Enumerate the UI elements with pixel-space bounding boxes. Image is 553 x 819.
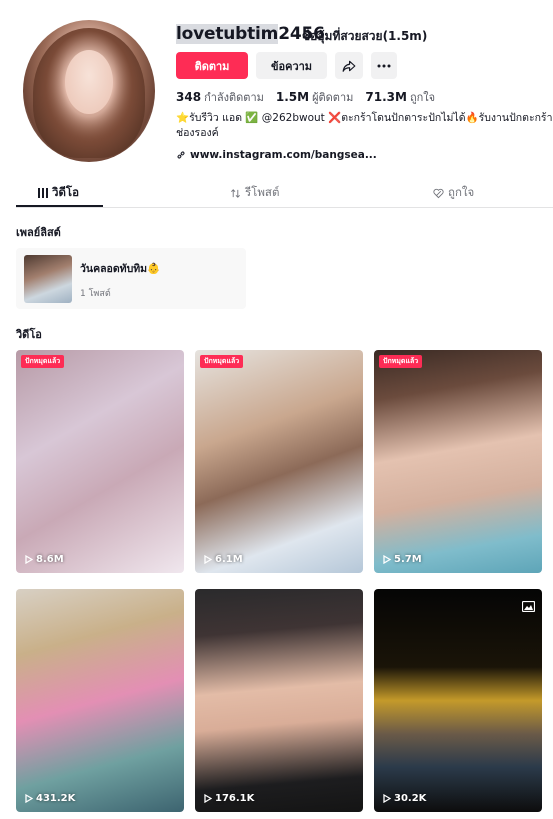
view-count-text: 176.1K xyxy=(215,793,255,804)
profile-bio: ⭐รับรีวิว แอด ✅ @262bwout ❌ตะกร้าโดนปักต… xyxy=(176,112,553,139)
message-button[interactable]: ข้อความ xyxy=(256,52,327,79)
stat-label: ถูกใจ xyxy=(409,91,436,104)
username-highlight: lovetubtim xyxy=(176,24,279,44)
share-icon xyxy=(342,60,356,72)
view-count-text: 431.2K xyxy=(36,793,76,804)
view-count-text: 5.7M xyxy=(394,554,422,565)
more-button[interactable] xyxy=(371,52,397,79)
nickname: ชื่ออุ้มที่สวยสวย(1.5m) xyxy=(302,29,428,43)
stat-followers[interactable]: 1.5M ผู้ติดตาม xyxy=(276,88,354,106)
stat-likes: 71.3M ถูกใจ xyxy=(365,88,435,106)
playlist-thumbnail xyxy=(24,255,72,303)
pinned-badge: ปักหมุดแล้ว xyxy=(200,355,244,368)
stat-value: 71.3M xyxy=(365,90,407,104)
active-tab-indicator xyxy=(16,205,103,207)
video-card[interactable]: 431.2K xyxy=(16,589,184,812)
stat-value: 1.5M xyxy=(275,90,310,104)
view-count: 5.7M xyxy=(383,554,422,565)
video-card[interactable]: ปักหมุดแล้ว 5.7M xyxy=(374,350,542,573)
stat-following[interactable]: 348 กำลังติดตาม xyxy=(176,88,264,106)
view-count-text: 30.2K xyxy=(394,793,427,804)
playlists-title: เพลย์ลิสต์ xyxy=(16,226,61,239)
tab-label: วิดีโอ xyxy=(52,185,80,199)
more-icon xyxy=(377,64,391,67)
play-icon xyxy=(204,555,212,564)
view-count-text: 6.1M xyxy=(215,554,243,565)
play-icon xyxy=(204,794,212,803)
view-count-text: 8.6M xyxy=(36,554,64,565)
tab-label: ถูกใจ xyxy=(448,185,475,199)
photo-icon xyxy=(521,597,536,616)
playlist-name: วันคลอดทับทิม👶 xyxy=(80,263,161,275)
profile-stats: 348 กำลังติดตาม 1.5M ผู้ติดตาม 71.3M ถูกใจ xyxy=(176,88,435,106)
tab-videos[interactable]: วิดีโอ xyxy=(38,184,79,202)
stat-label: กำลังติดตาม xyxy=(204,91,264,104)
profile-link-text: www.instagram.com/bangsea... xyxy=(190,149,377,161)
tab-reposts[interactable]: รีโพสต์ xyxy=(230,184,279,202)
profile-avatar[interactable] xyxy=(23,20,155,162)
tab-label: รีโพสต์ xyxy=(245,185,280,199)
grid-icon xyxy=(38,188,48,198)
playlist-count: 1 โพสต์ xyxy=(80,289,111,299)
tab-liked[interactable]: ถูกใจ xyxy=(433,184,474,202)
video-card[interactable]: 30.2K xyxy=(374,589,542,812)
link-icon xyxy=(177,151,185,159)
share-button[interactable] xyxy=(335,52,363,79)
view-count: 30.2K xyxy=(383,793,426,804)
repost-icon xyxy=(231,188,240,198)
view-count: 431.2K xyxy=(25,793,75,804)
view-count: 176.1K xyxy=(204,793,254,804)
stat-label: ผู้ติดตาม xyxy=(312,91,354,104)
playlist-card[interactable]: วันคลอดทับทิม👶 1 โพสต์ xyxy=(16,248,246,309)
play-icon xyxy=(383,555,391,564)
profile-tabs: วิดีโอ รีโพสต์ ถูกใจ xyxy=(16,178,553,208)
heart-icon xyxy=(433,188,444,198)
video-card[interactable]: ปักหมุดแล้ว 8.6M xyxy=(16,350,184,573)
videos-title: วิดีโอ xyxy=(16,328,42,341)
play-icon xyxy=(25,555,33,564)
video-card[interactable]: ปักหมุดแล้ว 6.1M xyxy=(195,350,363,573)
view-count: 6.1M xyxy=(204,554,243,565)
pinned-badge: ปักหมุดแล้ว xyxy=(21,355,65,368)
play-icon xyxy=(25,794,33,803)
video-card[interactable]: 176.1K xyxy=(195,589,363,812)
pinned-badge: ปักหมุดแล้ว xyxy=(379,355,423,368)
follow-button[interactable]: ติดตาม xyxy=(176,52,248,79)
play-icon xyxy=(383,794,391,803)
view-count: 8.6M xyxy=(25,554,64,565)
profile-link[interactable]: www.instagram.com/bangsea... xyxy=(176,149,377,161)
stat-value: 348 xyxy=(176,90,202,104)
avatar-face xyxy=(65,50,113,114)
